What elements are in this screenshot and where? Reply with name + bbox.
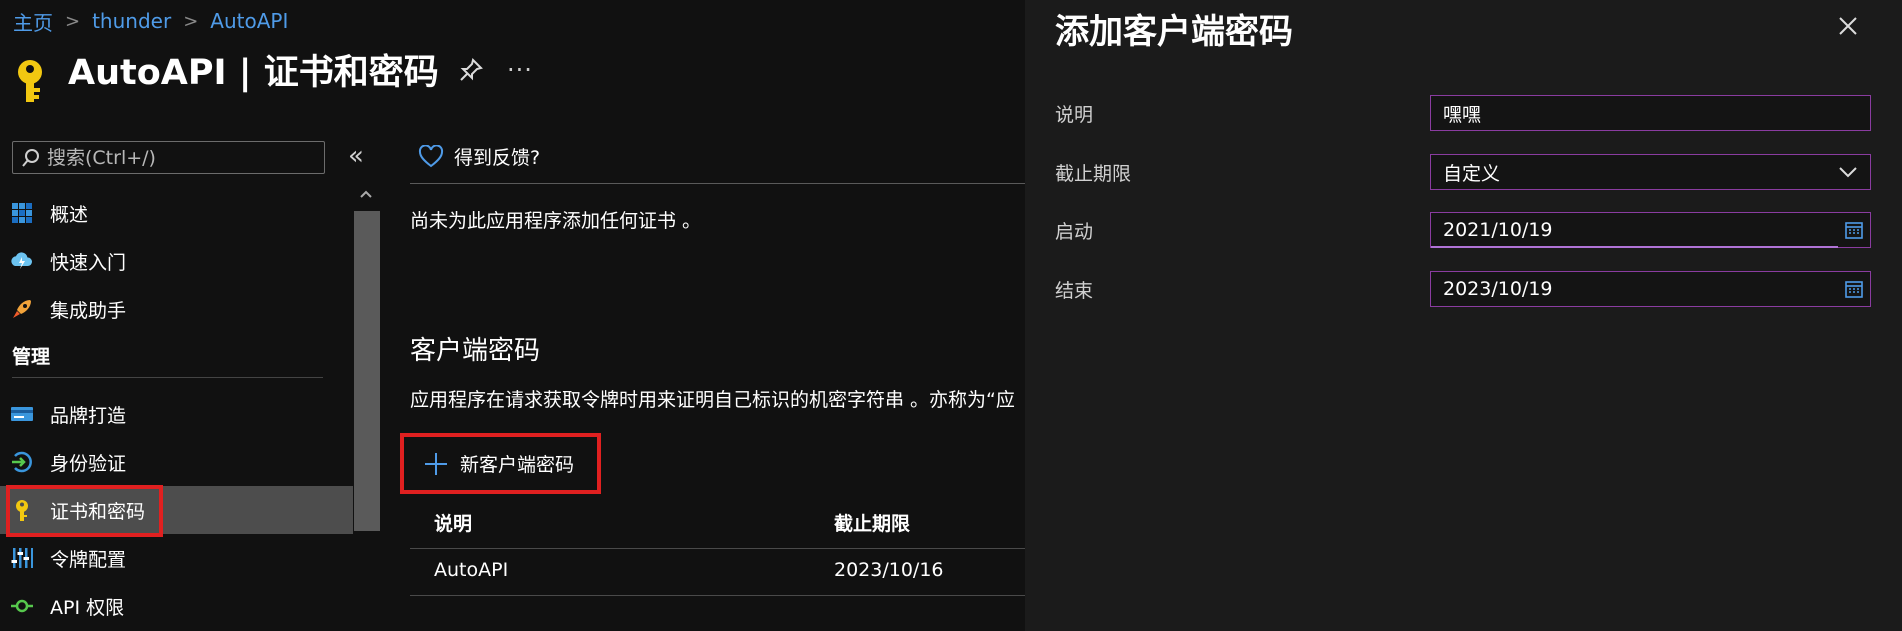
more-options-icon[interactable]: ··· — [507, 56, 533, 84]
expires-dropdown[interactable]: 自定义 — [1430, 154, 1871, 190]
new-client-secret-button[interactable]: 新客户端密码 — [400, 433, 601, 494]
search-icon — [22, 148, 39, 167]
close-icon[interactable] — [1836, 14, 1860, 38]
sidebar-item-label: 概述 — [50, 203, 89, 226]
description-label: 说明 — [1055, 104, 1094, 126]
calendar-icon[interactable] — [1844, 220, 1864, 240]
end-date-field[interactable] — [1430, 271, 1871, 307]
auth-arrow-icon — [12, 451, 32, 473]
sidebar-item-quickstart[interactable]: 快速入门 — [0, 237, 353, 285]
sidebar-item-certificates-secrets[interactable]: 证书和密码 — [0, 486, 353, 534]
client-secrets-description: 应用程序在请求获取令牌时用来证明自己标识的机密字符串 。亦称为“应 — [410, 389, 1015, 411]
sidebar-scrollbar-thumb[interactable] — [354, 211, 380, 531]
feedback-label: 得到反馈? — [454, 147, 541, 169]
breadcrumb-thunder[interactable]: thunder — [92, 9, 171, 33]
brand-card-icon — [11, 407, 33, 421]
search-input[interactable] — [47, 146, 307, 169]
table-cell-description: AutoAPI — [434, 559, 509, 581]
sidebar-item-label: 快速入门 — [50, 251, 127, 274]
start-label: 启动 — [1055, 221, 1094, 243]
table-header-expires: 截止期限 — [834, 513, 911, 535]
sidebar-item-label: 品牌打造 — [50, 404, 127, 427]
sidebar-item-branding[interactable]: 品牌打造 — [0, 390, 353, 438]
start-date-field[interactable] — [1430, 212, 1871, 248]
table-header-description: 说明 — [434, 513, 473, 535]
sidebar-section-manage: 管理 — [12, 345, 51, 368]
sidebar-item-integration-assistant[interactable]: 集成助手 — [0, 285, 353, 333]
no-certificates-message: 尚未为此应用程序添加任何证书 。 — [410, 210, 702, 232]
breadcrumb-autoapi[interactable]: AutoAPI — [210, 9, 288, 33]
calendar-icon[interactable] — [1844, 279, 1864, 299]
table-cell-expires: 2023/10/16 — [834, 559, 944, 581]
table-divider — [410, 595, 1026, 596]
expires-label: 截止期限 — [1055, 163, 1132, 185]
sidebar-item-label: 身份验证 — [50, 452, 127, 475]
cloud-lightning-icon — [11, 252, 33, 269]
rocket-icon — [13, 300, 31, 318]
sidebar-nav: 概述 快速入门 集成助手 管理 品牌打造 身份验证 证书和密码 令牌配置 API… — [0, 189, 353, 630]
search-box[interactable] — [12, 141, 325, 174]
plus-icon — [425, 452, 447, 475]
sidebar-item-label: 集成助手 — [50, 299, 127, 322]
chevron-down-icon — [1839, 167, 1857, 178]
sidebar-item-overview[interactable]: 概述 — [0, 189, 353, 237]
expires-selected-value: 自定义 — [1443, 162, 1501, 185]
sidebar-item-api-permissions[interactable]: API 权限 — [0, 582, 353, 630]
end-label: 结束 — [1055, 280, 1094, 302]
api-permission-icon — [11, 599, 33, 613]
description-input[interactable] — [1431, 102, 1823, 124]
token-sliders-icon — [11, 548, 33, 568]
sidebar-item-token-configuration[interactable]: 令牌配置 — [0, 534, 353, 582]
heart-icon — [418, 144, 444, 167]
sidebar-divider — [12, 377, 323, 378]
breadcrumb-separator: > — [183, 10, 199, 32]
sidebar-item-authentication[interactable]: 身份验证 — [0, 438, 353, 486]
feedback-link[interactable]: 得到反馈? — [418, 143, 540, 170]
page-title: AutoAPI | 证书和密码 — [68, 53, 439, 93]
table-divider — [410, 548, 1026, 549]
client-secrets-heading: 客户端密码 — [410, 336, 541, 366]
scroll-up-icon[interactable] — [358, 186, 374, 202]
key-icon — [14, 58, 46, 106]
description-field[interactable] — [1430, 95, 1871, 131]
sidebar-item-label: 证书和密码 — [50, 500, 146, 523]
breadcrumb: 主页 > thunder > AutoAPI — [13, 6, 288, 36]
pin-icon[interactable] — [458, 57, 484, 83]
breadcrumb-home[interactable]: 主页 — [13, 7, 53, 36]
breadcrumb-separator: > — [65, 10, 81, 32]
new-client-secret-label: 新客户端密码 — [460, 454, 575, 476]
overview-grid-icon — [12, 203, 32, 223]
panel-title: 添加客户端密码 — [1055, 12, 1293, 52]
focus-underline — [1431, 246, 1838, 248]
start-date-input[interactable] — [1431, 219, 1823, 241]
key-icon — [16, 500, 28, 521]
sidebar-item-label: 令牌配置 — [50, 548, 127, 571]
collapse-sidebar-icon[interactable]: « — [348, 142, 366, 170]
sidebar-item-label: API 权限 — [50, 596, 125, 619]
end-date-input[interactable] — [1431, 278, 1823, 300]
divider — [410, 183, 1026, 184]
